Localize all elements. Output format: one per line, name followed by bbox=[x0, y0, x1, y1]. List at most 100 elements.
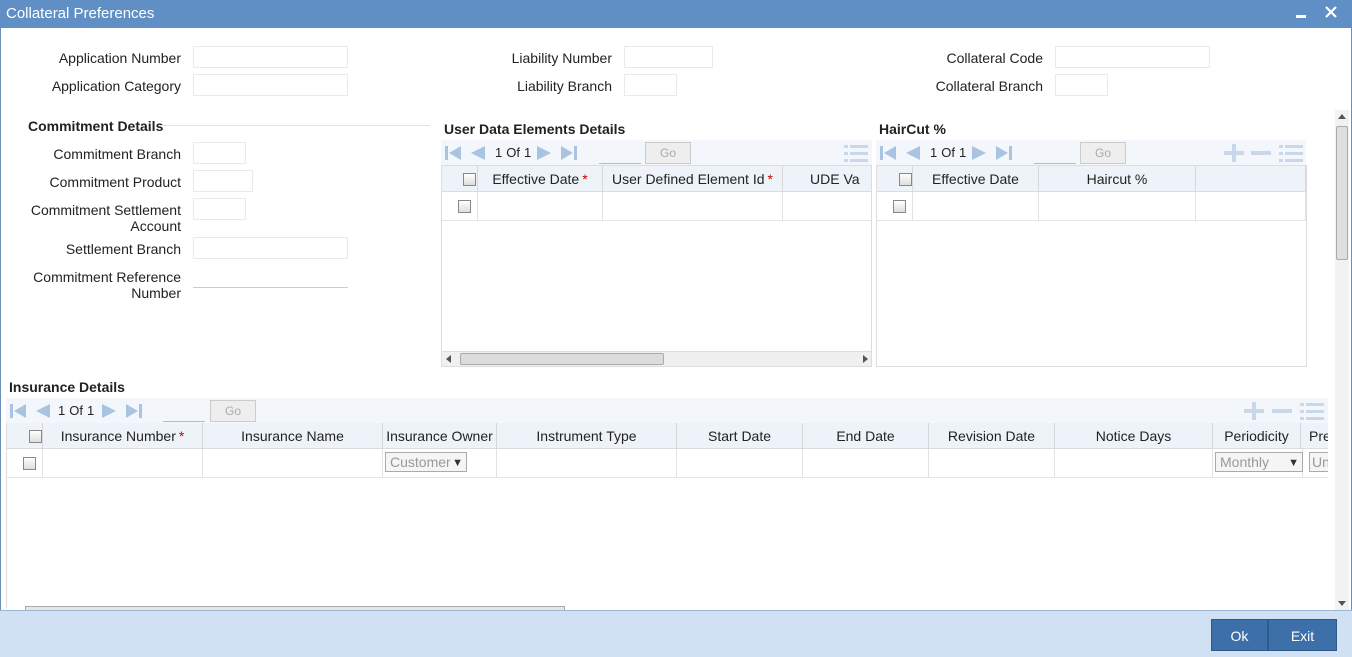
scroll-thumb[interactable] bbox=[460, 353, 664, 365]
instrument-type-header[interactable]: Instrument Type bbox=[497, 423, 677, 449]
main-vertical-scrollbar[interactable] bbox=[1335, 110, 1349, 610]
scroll-up-icon[interactable] bbox=[1338, 113, 1346, 121]
insurance-owner-header[interactable]: Insurance Owner bbox=[383, 423, 497, 449]
add-row-icon[interactable] bbox=[1242, 401, 1266, 421]
haircut-pager: 1 Of 1 bbox=[928, 145, 968, 160]
delete-row-icon[interactable] bbox=[1249, 143, 1273, 163]
delete-row-icon[interactable] bbox=[1270, 401, 1294, 421]
row-checkbox[interactable] bbox=[23, 457, 36, 470]
minimize-icon[interactable] bbox=[1290, 2, 1312, 24]
haircut-percent-header[interactable]: Haircut % bbox=[1039, 166, 1196, 192]
instrument-type-cell[interactable] bbox=[497, 449, 677, 478]
revision-date-header[interactable]: Revision Date bbox=[929, 423, 1055, 449]
select-all-checkbox[interactable] bbox=[463, 173, 476, 186]
start-date-cell[interactable] bbox=[677, 449, 803, 478]
ude-pager: 1 Of 1 bbox=[493, 145, 533, 160]
revision-date-cell[interactable] bbox=[929, 449, 1055, 478]
ude-grid-header: Effective Date * User Defined Element Id *… bbox=[442, 166, 871, 192]
ude-go-button[interactable]: Go bbox=[645, 142, 691, 164]
first-page-icon[interactable] bbox=[443, 143, 463, 163]
notice-days-header[interactable]: Notice Days bbox=[1055, 423, 1213, 449]
page-current: 1 bbox=[495, 145, 503, 160]
insurance-number-cell[interactable] bbox=[43, 449, 203, 478]
label-line-2: Account bbox=[130, 218, 181, 234]
liability-number-field[interactable] bbox=[624, 46, 713, 68]
liability-number-label: Liability Number bbox=[511, 50, 612, 66]
insurance-grid-header: Insurance Number * Insurance Name Insuran… bbox=[7, 423, 1328, 449]
ude-id-cell[interactable] bbox=[603, 192, 783, 221]
ude-id-header[interactable]: User Defined Element Id * bbox=[603, 166, 783, 192]
insurance-name-header[interactable]: Insurance Name bbox=[203, 423, 383, 449]
commitment-product-field[interactable] bbox=[193, 170, 253, 192]
insurance-navbar: 1 Of 1 Go bbox=[6, 398, 1328, 424]
previous-page-icon[interactable] bbox=[902, 143, 922, 163]
table-row: Customer▼ Monthly▼ Unp bbox=[7, 449, 1328, 478]
first-page-icon[interactable] bbox=[8, 401, 28, 421]
select-all-cell bbox=[442, 166, 478, 192]
last-page-icon[interactable] bbox=[994, 143, 1014, 163]
ude-page-input[interactable] bbox=[599, 144, 641, 164]
start-date-header[interactable]: Start Date bbox=[677, 423, 803, 449]
ude-details-title: User Data Elements Details bbox=[444, 121, 626, 137]
settlement-branch-field[interactable] bbox=[193, 237, 348, 259]
liability-branch-field[interactable] bbox=[624, 74, 677, 96]
view-list-icon[interactable] bbox=[844, 143, 868, 163]
ude-value-header[interactable]: UDE Va bbox=[783, 166, 871, 192]
notice-days-cell[interactable] bbox=[1055, 449, 1213, 478]
haircut-percent-cell[interactable] bbox=[1039, 192, 1196, 221]
collateral-code-field[interactable] bbox=[1055, 46, 1210, 68]
ude-horizontal-scrollbar[interactable] bbox=[442, 351, 871, 366]
end-date-cell[interactable] bbox=[803, 449, 929, 478]
haircut-page-input[interactable] bbox=[1034, 144, 1076, 164]
close-icon[interactable] bbox=[1320, 2, 1342, 24]
collateral-branch-field[interactable] bbox=[1055, 74, 1108, 96]
periodicity-header[interactable]: Periodicity bbox=[1213, 423, 1301, 449]
view-list-icon[interactable] bbox=[1300, 401, 1324, 421]
select-all-checkbox[interactable] bbox=[29, 430, 42, 443]
next-page-icon[interactable] bbox=[535, 143, 555, 163]
last-page-icon[interactable] bbox=[559, 143, 579, 163]
periodicity-select[interactable]: Monthly ▼ bbox=[1215, 452, 1303, 472]
application-number-label: Application Number bbox=[58, 50, 181, 66]
insurance-name-cell[interactable] bbox=[203, 449, 383, 478]
premium-header[interactable]: Pre bbox=[1301, 423, 1328, 449]
next-page-icon[interactable] bbox=[970, 143, 990, 163]
header-text: Insurance Number bbox=[60, 428, 176, 444]
effective-date-cell[interactable] bbox=[913, 192, 1039, 221]
effective-date-header[interactable]: Effective Date * bbox=[478, 166, 603, 192]
next-page-icon[interactable] bbox=[100, 401, 120, 421]
commitment-reference-field[interactable] bbox=[193, 266, 348, 288]
effective-date-cell[interactable] bbox=[478, 192, 603, 221]
add-row-icon[interactable] bbox=[1222, 143, 1246, 163]
scroll-down-icon[interactable] bbox=[1338, 599, 1346, 607]
scroll-left-icon[interactable] bbox=[445, 355, 453, 363]
scroll-thumb[interactable] bbox=[1336, 126, 1348, 260]
row-checkbox[interactable] bbox=[458, 200, 471, 213]
ude-navbar: 1 Of 1 Go bbox=[441, 140, 872, 166]
insurance-go-button[interactable]: Go bbox=[210, 400, 256, 422]
ok-button[interactable]: Ok bbox=[1211, 619, 1268, 651]
previous-page-icon[interactable] bbox=[467, 143, 487, 163]
application-category-field[interactable] bbox=[193, 74, 348, 96]
insurance-number-header[interactable]: Insurance Number * bbox=[43, 423, 203, 449]
commitment-settlement-account-field[interactable] bbox=[193, 198, 246, 220]
select-all-checkbox[interactable] bbox=[899, 173, 912, 186]
scroll-right-icon[interactable] bbox=[861, 355, 869, 363]
row-checkbox[interactable] bbox=[893, 200, 906, 213]
end-date-header[interactable]: End Date bbox=[803, 423, 929, 449]
previous-page-icon[interactable] bbox=[32, 401, 52, 421]
effective-date-header[interactable]: Effective Date bbox=[913, 166, 1039, 192]
page-of: Of bbox=[506, 145, 520, 160]
insurance-owner-select[interactable]: Customer ▼ bbox=[385, 452, 467, 472]
insurance-page-input[interactable] bbox=[163, 402, 205, 422]
view-list-icon[interactable] bbox=[1279, 143, 1303, 163]
last-page-icon[interactable] bbox=[124, 401, 144, 421]
commitment-branch-label: Commitment Branch bbox=[53, 146, 181, 162]
first-page-icon[interactable] bbox=[878, 143, 898, 163]
haircut-go-button[interactable]: Go bbox=[1080, 142, 1126, 164]
application-number-field[interactable] bbox=[193, 46, 348, 68]
commitment-branch-field[interactable] bbox=[193, 142, 246, 164]
exit-button[interactable]: Exit bbox=[1268, 619, 1337, 651]
premium-select[interactable]: Unp bbox=[1309, 452, 1328, 472]
footer-bar: Ok Exit bbox=[0, 610, 1352, 657]
